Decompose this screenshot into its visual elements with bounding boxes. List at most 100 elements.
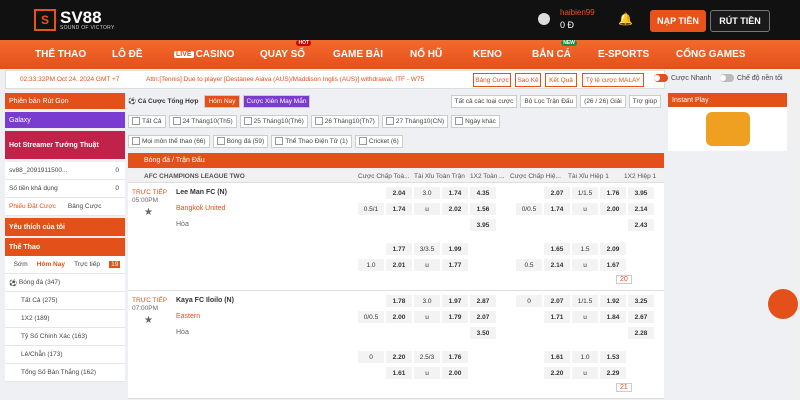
odds-cell[interactable]: 2.29 (600, 367, 626, 379)
instant-play-icon[interactable] (668, 107, 787, 151)
sport-chip[interactable]: Cricket (6) (354, 134, 403, 148)
market-item[interactable]: Lẻ/Chẵn (173) (5, 346, 125, 364)
odds-cell[interactable]: u (572, 367, 598, 379)
odds-cell[interactable]: u (414, 203, 440, 215)
checkbox[interactable] (385, 117, 394, 125)
odds-cell[interactable]: u (572, 311, 598, 323)
odds-cell[interactable]: 2.04 (386, 187, 412, 199)
odds-cell[interactable]: 1.84 (600, 311, 626, 323)
odds-cell[interactable]: 1.76 (442, 351, 468, 363)
checkbox[interactable] (132, 117, 140, 125)
odds-cell[interactable]: 1.0 (358, 259, 384, 271)
tab-odds[interactable]: Bảng Cược (68, 203, 102, 210)
odds-cell[interactable]: 1.0 (572, 351, 598, 363)
odds-cell[interactable]: 1.67 (600, 259, 626, 271)
tab-today[interactable]: Hôm Nay (37, 261, 65, 268)
checkbox[interactable] (358, 137, 367, 145)
date-chip[interactable]: Tất Cả (128, 114, 166, 128)
dark-mode-toggle[interactable]: Chế độ nền tối (720, 74, 783, 82)
nav-item-keno[interactable]: KENO (473, 40, 502, 69)
market-item[interactable]: Tất Cả (275) (5, 292, 125, 310)
odds-cell[interactable]: 1.76 (600, 187, 626, 199)
odds-cell[interactable]: 2.43 (628, 219, 654, 231)
checkbox[interactable] (172, 117, 181, 125)
odds-cell[interactable]: 1.78 (386, 295, 412, 307)
bell-icon[interactable]: 🔔 (618, 12, 633, 26)
odds-cell[interactable]: 2.09 (600, 243, 626, 255)
galaxy-banner[interactable]: Galaxy (5, 112, 125, 128)
odds-cell[interactable]: 1/1.5 (572, 295, 598, 307)
avatar[interactable] (538, 13, 550, 25)
odds-cell[interactable]: 2.5/3 (414, 351, 440, 363)
odds-cell[interactable]: 1.5 (572, 243, 598, 255)
bet-type-select[interactable]: Tất cả các loại cược (450, 94, 518, 108)
date-chip[interactable]: Ngày khác (451, 114, 500, 128)
odds-cell[interactable]: 2.01 (386, 259, 412, 271)
fast-bet-toggle[interactable]: Cược Nhanh (654, 74, 711, 82)
nav-item-lottery[interactable]: LÔ ĐỀ (112, 40, 143, 69)
market-item[interactable]: Tỷ Số Chính Xác (163) (5, 328, 125, 346)
nav-item-sports[interactable]: THỂ THAO (35, 40, 86, 69)
market-item[interactable]: 1X2 (189) (5, 310, 125, 328)
announcement[interactable]: Attn:[Tennis] Due to player [Destanee Ai… (146, 76, 464, 83)
odds-cell[interactable]: 3.95 (470, 219, 496, 231)
checkbox[interactable] (455, 117, 464, 125)
help-button[interactable]: Trợ giúp (628, 94, 661, 108)
odds-cell[interactable]: 2.87 (470, 295, 496, 307)
date-chip[interactable]: 26 Tháng10(Th7) (310, 114, 379, 128)
bet-list-button[interactable]: Bảng Cược (473, 73, 511, 87)
odds-cell[interactable]: 1.53 (600, 351, 626, 363)
odds-cell[interactable]: 1.74 (442, 187, 468, 199)
sport-soccer[interactable]: Bóng đá (19, 279, 43, 286)
odds-cell[interactable]: 4.35 (470, 187, 496, 199)
odds-cell[interactable]: 1/1.5 (572, 187, 598, 199)
combo-button[interactable]: Cược Xiên May Mắn (242, 94, 311, 108)
odds-cell[interactable]: 1.61 (544, 351, 570, 363)
odds-cell[interactable]: 1.65 (544, 243, 570, 255)
lite-version-banner[interactable]: Phiên bản Rút Gọn (5, 93, 125, 109)
odds-cell[interactable]: 2.20 (544, 367, 570, 379)
odds-cell[interactable]: 2.07 (544, 187, 570, 199)
statement-button[interactable]: Sao Kê (515, 73, 541, 87)
odds-cell[interactable]: 0 (516, 295, 542, 307)
date-chip[interactable]: 27 Tháng10(CN) (381, 114, 449, 128)
odds-cell[interactable]: 3/3.5 (414, 243, 440, 255)
odds-cell[interactable]: u (414, 311, 440, 323)
results-button[interactable]: Kết Quả (545, 73, 577, 87)
toggle-switch[interactable] (654, 74, 668, 82)
odds-cell[interactable]: 0 (358, 351, 384, 363)
odds-cell[interactable]: 3.95 (628, 187, 654, 199)
star-icon[interactable]: ★ (144, 315, 153, 326)
checkbox[interactable] (243, 117, 252, 125)
odds-cell[interactable]: 1.77 (442, 259, 468, 271)
withdraw-button[interactable]: RÚT TIỀN (710, 10, 770, 32)
instant-play-header[interactable]: Instant Play (668, 93, 787, 107)
odds-cell[interactable]: 1.56 (470, 203, 496, 215)
match-filter-select[interactable]: Bộ Lọc Trận Đấu (520, 94, 578, 108)
tab-live[interactable]: Trực tiếp (74, 261, 100, 268)
odds-cell[interactable]: 2.00 (442, 367, 468, 379)
odds-cell[interactable]: 1.99 (442, 243, 468, 255)
checkbox[interactable] (132, 137, 140, 145)
odds-cell[interactable]: 3.50 (470, 327, 496, 339)
sport-chip[interactable]: Thể Thao Điện Tử (1) (271, 134, 352, 148)
league-name[interactable]: AFC CHAMPIONS LEAGUE TWO (128, 173, 358, 180)
deposit-button[interactable]: NẠP TIỀN (650, 10, 706, 32)
odds-cell[interactable]: u (414, 367, 440, 379)
odds-cell[interactable]: 1.74 (386, 203, 412, 215)
scrollbar[interactable] (789, 69, 800, 400)
checkbox[interactable] (275, 137, 284, 145)
odds-cell[interactable]: 2.67 (628, 311, 654, 323)
odds-cell[interactable]: u (572, 259, 598, 271)
odds-type-select[interactable]: Tỷ lệ cược MALAY (582, 73, 644, 87)
checkbox[interactable] (314, 117, 323, 125)
favorites-header[interactable]: Yêu thích của tôi (5, 218, 125, 236)
sport-chip[interactable]: Mọi môn thể thao (66) (128, 134, 210, 148)
odds-cell[interactable]: 1.71 (544, 311, 570, 323)
more-markets[interactable]: 20 (616, 275, 632, 284)
odds-cell[interactable]: 2.00 (386, 311, 412, 323)
nav-item-conggames[interactable]: CỔNG GAMES (676, 40, 745, 69)
date-chip[interactable]: 25 Tháng10(Th6) (239, 114, 308, 128)
odds-cell[interactable]: 0/0.5 (358, 311, 384, 323)
nav-item-quayso[interactable]: QUAY SỐ HOT (260, 40, 312, 69)
